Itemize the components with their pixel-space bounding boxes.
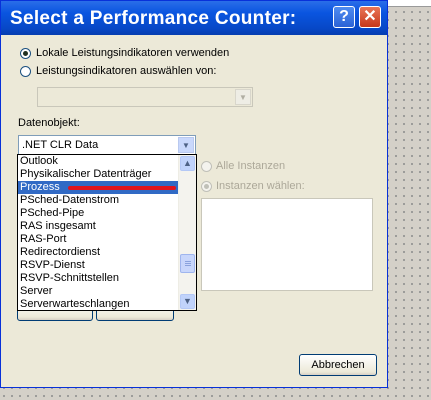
- chevron-up-icon[interactable]: ▲: [180, 156, 195, 171]
- local-counters-label[interactable]: Lokale Leistungsindikatoren verwenden: [36, 47, 229, 59]
- dropdown-item-label: PSched-Pipe: [20, 207, 85, 219]
- chevron-down-icon[interactable]: ▼: [178, 137, 194, 153]
- scrollbar-thumb[interactable]: [180, 254, 195, 273]
- background-strip: [384, 0, 431, 7]
- remote-counters-radio[interactable]: [20, 66, 31, 77]
- dropdown-item[interactable]: PSched-Datenstrom: [18, 194, 196, 207]
- dropdown-item-label: Outlook: [20, 155, 58, 167]
- dialog-title: Select a Performance Counter:: [10, 8, 297, 29]
- data-object-select[interactable]: .NET CLR Data ▼: [18, 135, 196, 155]
- local-counters-radio[interactable]: [20, 48, 31, 59]
- dropdown-item[interactable]: Server: [18, 285, 196, 298]
- dropdown-item[interactable]: Prozess: [18, 181, 196, 194]
- dropdown-item[interactable]: RSVP-Dienst: [18, 259, 196, 272]
- help-icon: ?: [339, 8, 349, 25]
- data-object-value: .NET CLR Data: [22, 139, 99, 151]
- dropdown-item-label: Physikalischer Datenträger: [20, 168, 152, 180]
- instances-list[interactable]: [201, 198, 373, 291]
- computer-select[interactable]: ▼: [37, 87, 253, 107]
- grip-line: [185, 261, 191, 262]
- remote-counters-label[interactable]: Leistungsindikatoren auswählen von:: [36, 65, 216, 77]
- help-button[interactable]: ?: [333, 6, 355, 28]
- dropdown-item[interactable]: RAS-Port: [18, 233, 196, 246]
- dropdown-item[interactable]: PSched-Pipe: [18, 207, 196, 220]
- data-object-label: Datenobjekt:: [18, 117, 80, 129]
- chevron-down-icon[interactable]: ▼: [180, 294, 195, 309]
- dropdown-item-label: Serverwarteschlangen: [20, 298, 130, 310]
- list-scrollbar[interactable]: ▲ ▼: [178, 155, 196, 310]
- dropdown-item-label: RAS-Port: [20, 233, 67, 245]
- dropdown-item[interactable]: RSVP-Schnittstellen: [18, 272, 196, 285]
- close-button[interactable]: ✕: [359, 6, 381, 28]
- dropdown-items: Outlook Physikalischer Datenträger Prozess…: [18, 155, 196, 310]
- grip-line: [185, 265, 191, 266]
- select-instances-radio[interactable]: [201, 181, 212, 192]
- select-instances-label[interactable]: Instanzen wählen:: [216, 180, 305, 192]
- dropdown-item[interactable]: RAS insgesamt: [18, 220, 196, 233]
- close-icon: ✕: [363, 8, 377, 25]
- grip-line: [185, 263, 191, 264]
- all-instances-label[interactable]: Alle Instanzen: [216, 160, 285, 172]
- dropdown-item[interactable]: Serverwarteschlangen: [18, 298, 196, 310]
- dropdown-item-label: Prozess: [20, 181, 60, 193]
- dropdown-item-label: RSVP-Dienst: [20, 259, 85, 271]
- dropdown-item[interactable]: Physikalischer Datenträger: [18, 168, 196, 181]
- all-instances-radio[interactable]: [201, 161, 212, 172]
- chevron-down-icon: ▼: [235, 89, 251, 105]
- dropdown-item-label: Server: [20, 285, 53, 297]
- dropdown-item-label: RAS insgesamt: [20, 220, 96, 232]
- data-object-dropdown-list[interactable]: Outlook Physikalischer Datenträger Prozess…: [17, 154, 197, 311]
- dropdown-item[interactable]: Redirectordienst: [18, 246, 196, 259]
- performance-counter-dialog: Select a Performance Counter: ? ✕ Lokale…: [0, 0, 388, 388]
- title-bar[interactable]: Select a Performance Counter: ? ✕: [1, 1, 387, 35]
- dropdown-item-label: Redirectordienst: [20, 246, 101, 258]
- dropdown-item[interactable]: Outlook: [18, 155, 196, 168]
- dropdown-item-label: PSched-Datenstrom: [20, 194, 120, 206]
- dropdown-item-label: RSVP-Schnittstellen: [20, 272, 120, 284]
- cancel-button[interactable]: Abbrechen: [299, 354, 377, 376]
- red-underline-annotation: [68, 186, 176, 190]
